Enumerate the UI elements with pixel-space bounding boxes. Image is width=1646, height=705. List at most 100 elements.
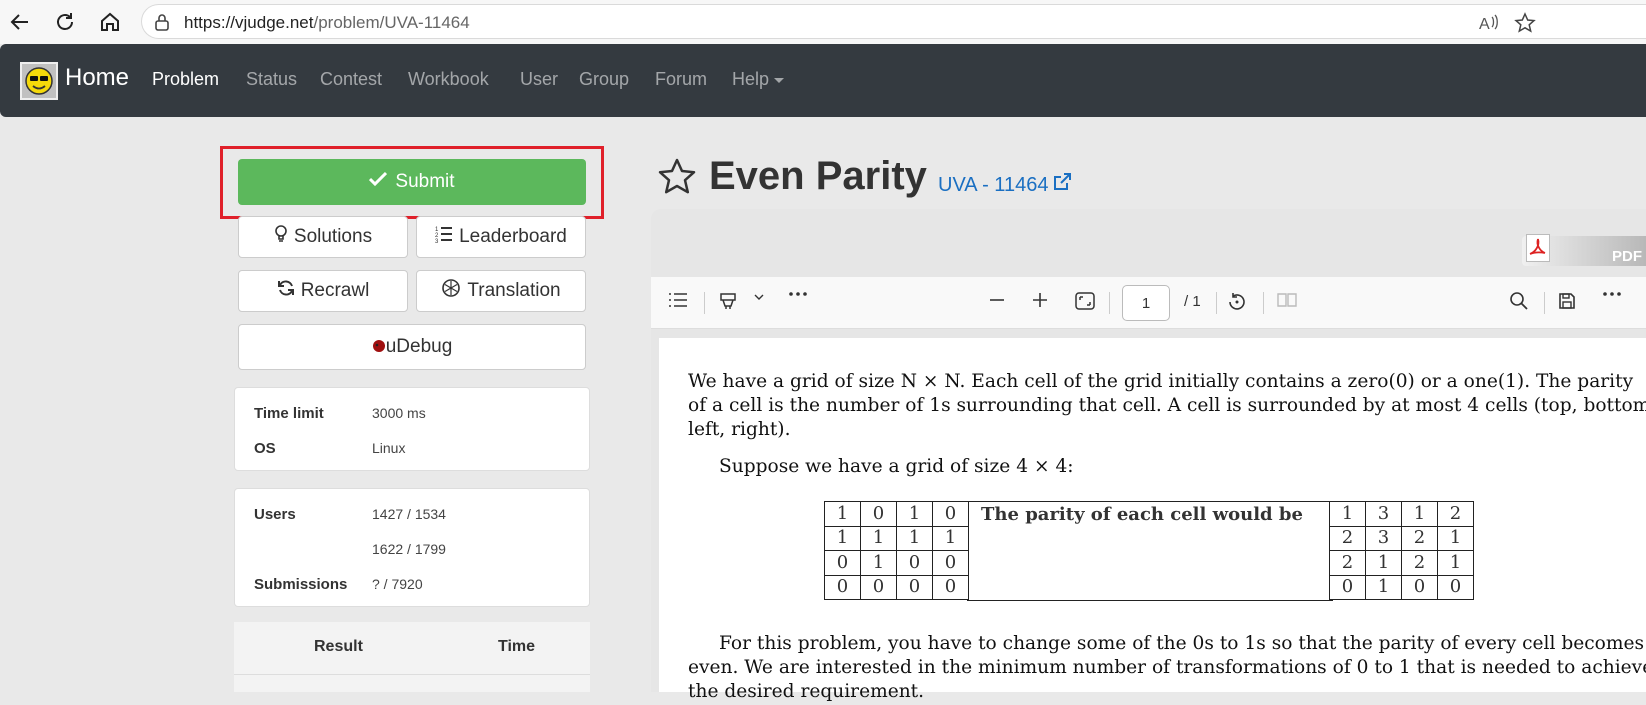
grid-cell: 1: [896, 525, 933, 551]
nav-home[interactable]: Home: [65, 64, 129, 92]
toolbar-divider: [704, 292, 705, 314]
grid-cell: 1: [1437, 525, 1474, 551]
vjudge-logo-icon[interactable]: [20, 62, 58, 100]
pdf-label: PDF: [1612, 248, 1642, 265]
highlighter-icon[interactable]: [718, 291, 738, 311]
submit-label: Submit: [395, 171, 455, 192]
svg-text:3: 3: [435, 239, 439, 243]
parity-caption: The parity of each cell would be: [967, 501, 1333, 601]
input-grid-table: 1010 1111 0100 0000: [824, 501, 969, 600]
nav-help-label: Help: [732, 69, 770, 89]
udebug-button[interactable]: uDebug: [238, 324, 586, 370]
zoom-out-icon[interactable]: [988, 291, 1006, 309]
table-row: 1111: [824, 525, 969, 551]
udebug-bug-icon: [372, 336, 386, 358]
grid-cell: 0: [896, 550, 933, 576]
grid-cell: 1: [896, 501, 933, 527]
leaderboard-button[interactable]: 123 Leaderboard: [416, 216, 586, 258]
list-ol-icon: 123: [435, 225, 453, 249]
check-icon: [369, 171, 388, 193]
translation-label: Translation: [467, 280, 561, 301]
more-options-icon[interactable]: [1602, 291, 1622, 297]
time-limit-label: Time limit: [254, 405, 324, 422]
favorite-star-icon[interactable]: [656, 156, 698, 203]
paragraph-1-line-3: left, right).: [688, 419, 791, 440]
paragraph-3-line-3: the desired requirement.: [688, 681, 925, 702]
solutions-label: Solutions: [293, 226, 373, 247]
toolbar-divider: [1263, 292, 1264, 314]
grid-cell: 1: [1329, 501, 1366, 527]
grid-cell: 0: [932, 550, 969, 576]
more-tools-icon[interactable]: [788, 291, 808, 297]
grid-cell: 0: [932, 574, 969, 600]
address-bar[interactable]: https://vjudge.net/problem/UVA-11464 A: [141, 4, 1646, 39]
reload-icon[interactable]: [50, 8, 80, 36]
nav-status[interactable]: Status: [246, 69, 297, 90]
grid-cell: 1: [1365, 574, 1402, 600]
table-row: 1010: [824, 501, 969, 527]
paragraph-2: Suppose we have a grid of size 4 × 4:: [719, 456, 1074, 477]
time-column-header: Time: [498, 638, 536, 655]
toolbar-divider: [1544, 292, 1545, 314]
stats-panel: Users 1427 / 1534 1622 / 1799 Submission…: [234, 488, 590, 607]
two-page-view-icon[interactable]: [1276, 291, 1298, 309]
read-aloud-icon[interactable]: A: [1477, 12, 1501, 39]
solutions-button[interactable]: Solutions: [238, 216, 408, 258]
grid-cell: 2: [1437, 501, 1474, 527]
search-icon[interactable]: [1509, 291, 1529, 311]
parity-grid-table: 1312 2321 2121 0100: [1329, 501, 1474, 600]
users-value[interactable]: 1427 / 1534: [372, 506, 446, 522]
table-row: 1312: [1329, 501, 1474, 527]
grid-cell: 1: [824, 525, 861, 551]
problem-title: Even Parity: [709, 154, 927, 198]
page-number-input[interactable]: 1: [1122, 285, 1170, 321]
chevron-down-icon[interactable]: [753, 291, 765, 303]
nav-contest[interactable]: Contest: [320, 69, 382, 90]
lightbulb-icon: [274, 225, 288, 249]
grid-cell: 0: [896, 574, 933, 600]
external-link-icon: [1052, 172, 1072, 198]
grid-cell: 3: [1365, 525, 1402, 551]
grid-cell: 0: [860, 501, 897, 527]
nav-forum[interactable]: Forum: [655, 69, 707, 90]
rotate-icon[interactable]: [1226, 291, 1248, 313]
translation-button[interactable]: Translation: [416, 270, 586, 312]
nav-group[interactable]: Group: [579, 69, 629, 90]
grid-cell: 1: [1437, 550, 1474, 576]
grid-cell: 1: [824, 501, 861, 527]
grid-cell: 1: [860, 550, 897, 576]
back-arrow-icon[interactable]: [5, 8, 35, 36]
toolbar-divider: [1216, 292, 1217, 314]
origin-label: UVA - 11464: [938, 173, 1049, 196]
submissions-label: Submissions: [254, 576, 348, 593]
results-table: Result Time: [234, 622, 590, 692]
page-total: / 1: [1184, 293, 1201, 310]
site-navbar: Home Problem Status Contest Workbook Use…: [0, 44, 1646, 117]
nav-user[interactable]: User: [520, 69, 558, 90]
url-text[interactable]: https://vjudge.net/problem/UVA-11464: [184, 13, 470, 33]
recrawl-button[interactable]: Recrawl: [238, 270, 408, 312]
origin-link[interactable]: UVA - 11464: [938, 172, 1072, 198]
table-divider: [234, 674, 590, 675]
limits-panel: Time limit 3000 ms OS Linux: [234, 387, 590, 471]
grid-cell: 0: [1437, 574, 1474, 600]
stats-second-value[interactable]: 1622 / 1799: [372, 541, 446, 557]
nav-problem[interactable]: Problem: [152, 69, 219, 90]
recrawl-label: Recrawl: [300, 280, 370, 301]
openai-icon: [441, 278, 461, 304]
submissions-value[interactable]: ? / 7920: [372, 576, 423, 592]
home-icon[interactable]: [95, 8, 125, 36]
nav-workbook[interactable]: Workbook: [408, 69, 489, 90]
grid-cell: 0: [1401, 574, 1438, 600]
os-value: Linux: [372, 440, 406, 456]
submit-button[interactable]: Submit: [238, 159, 586, 205]
nav-help-dropdown[interactable]: Help: [732, 69, 785, 90]
zoom-in-icon[interactable]: [1031, 291, 1049, 309]
contents-list-icon[interactable]: [667, 291, 689, 309]
save-icon[interactable]: [1557, 291, 1577, 311]
paragraph-1-line-2: of a cell is the number of 1s surroundin…: [688, 395, 1646, 416]
fit-page-icon[interactable]: [1074, 291, 1096, 311]
grid-cell: 0: [860, 574, 897, 600]
lock-icon[interactable]: [154, 13, 170, 36]
favorite-star-icon[interactable]: [1514, 12, 1536, 39]
